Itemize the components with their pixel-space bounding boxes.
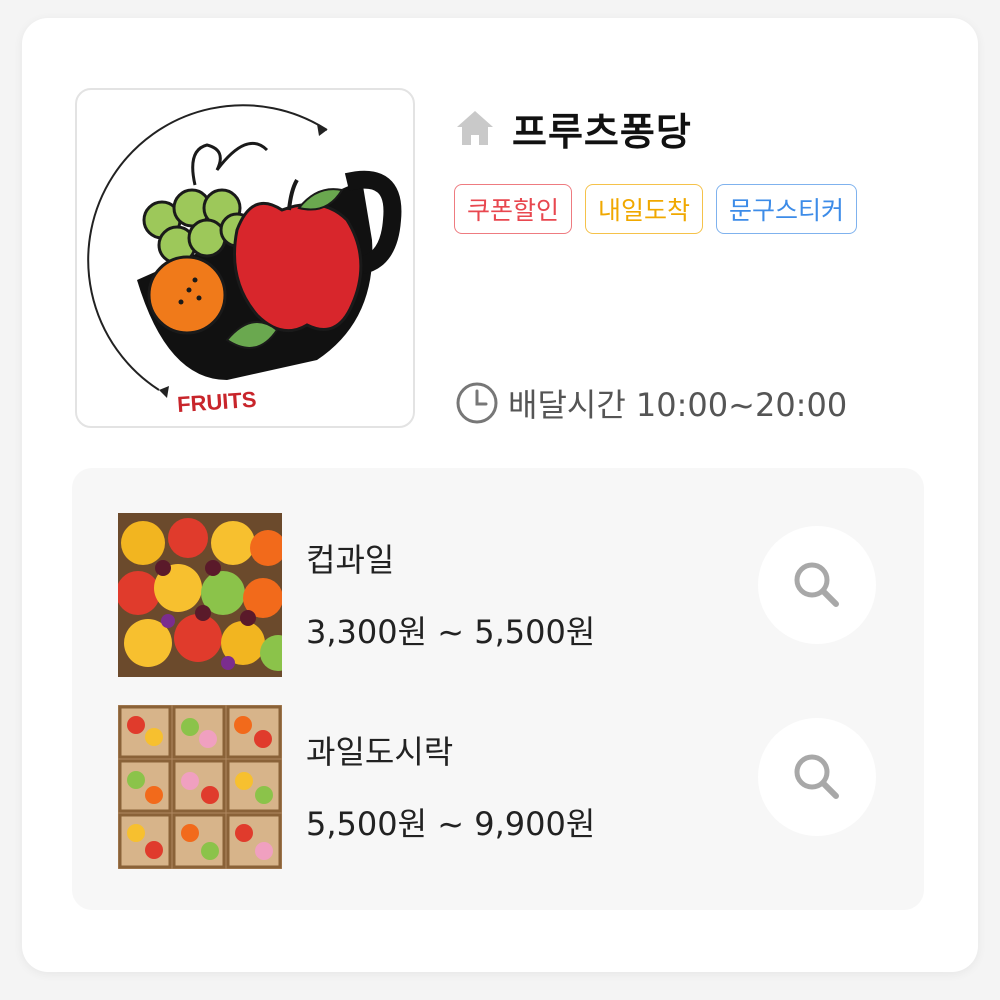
search-icon xyxy=(794,562,839,607)
menu-list: 컵과일 3,300원 ~ 5,500원 과일도시락 5,500원 ~ 9,900… xyxy=(72,468,924,910)
list-item[interactable]: 과일도시락 5,500원 ~ 9,900원 xyxy=(118,705,878,871)
delivery-label: 배달시간 10:00~20:00 xyxy=(508,386,848,424)
menu-item-name: 컵과일 xyxy=(306,541,395,579)
search-icon xyxy=(794,754,839,799)
tag-sticker: 문구스티커 xyxy=(716,184,858,234)
menu-item-name: 과일도시락 xyxy=(306,733,454,771)
home-icon xyxy=(457,111,493,145)
menu-item-price: 5,500원 ~ 9,900원 xyxy=(306,805,596,843)
search-button[interactable] xyxy=(758,526,876,644)
tag-next-day: 내일도착 xyxy=(585,184,704,234)
store-header: 프루츠퐁당 xyxy=(452,100,692,156)
fruits-logo-image: FRUITS xyxy=(87,104,402,417)
tag-coupon: 쿠폰할인 xyxy=(454,184,573,234)
cup-fruit-thumbnail xyxy=(118,513,282,677)
list-item[interactable]: 컵과일 3,300원 ~ 5,500원 xyxy=(118,513,878,679)
svg-text:FRUITS: FRUITS xyxy=(176,387,257,417)
store-tags: 쿠폰할인 내일도착 문구스티커 xyxy=(454,184,858,234)
search-button[interactable] xyxy=(758,718,876,836)
store-logo: FRUITS xyxy=(75,88,415,428)
fruit-lunchbox-thumbnail xyxy=(118,705,282,869)
store-card: FRUITS 프루츠퐁당 쿠폰할인 내일도착 문구스티커 배달시간 10:00~… xyxy=(22,18,978,972)
clock-icon xyxy=(456,382,498,424)
store-name: 프루츠퐁당 xyxy=(512,109,692,154)
delivery-time: 배달시간 10:00~20:00 xyxy=(454,378,847,428)
menu-item-price: 3,300원 ~ 5,500원 xyxy=(306,613,596,651)
